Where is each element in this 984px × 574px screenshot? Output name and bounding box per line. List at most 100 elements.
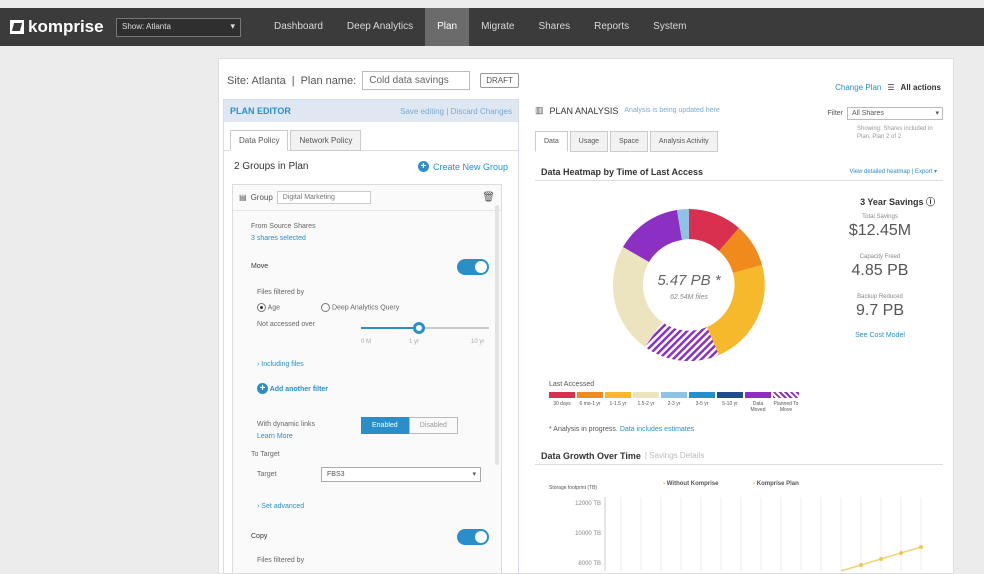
target-select[interactable]: FBS3 ▾: [321, 467, 481, 482]
plan-editor-header: PLAN EDITOR Save editing | Discard Chang…: [224, 100, 518, 122]
disabled-option[interactable]: Disabled: [408, 417, 458, 434]
target-value: FBS3: [327, 471, 345, 478]
chevron-down-icon: ▾: [472, 471, 476, 478]
tab-usage[interactable]: Usage: [569, 131, 609, 152]
filter-select[interactable]: All Shares ▾: [847, 107, 943, 120]
age-slider-handle[interactable]: [413, 322, 425, 334]
editor-scrollbar[interactable]: [495, 205, 499, 465]
savings-details-link[interactable]: | Savings Details: [645, 451, 704, 460]
legend-label: Planned To Move: [773, 401, 799, 413]
analysis-tabs: Data Usage Space Analysis Activity: [535, 131, 718, 152]
legend-label: 3-5 yr: [695, 401, 709, 407]
change-plan-link[interactable]: Change Plan: [835, 83, 881, 92]
trash-icon[interactable]: 🗑: [482, 192, 495, 203]
query-radio[interactable]: [321, 303, 330, 312]
growth-tick-12000: 12000 TB: [575, 501, 601, 507]
nav-migrate[interactable]: Migrate: [469, 8, 526, 46]
from-source-label: From Source Shares: [251, 223, 316, 230]
age-radio[interactable]: [257, 303, 266, 312]
move-label: Move: [251, 263, 269, 270]
tab-space[interactable]: Space: [610, 131, 648, 152]
capacity-value: 4.85 PB: [851, 262, 909, 279]
legend-item: 6 mo-1 yr: [577, 392, 603, 413]
save-editing-links[interactable]: Save editing | Discard Changes: [400, 107, 512, 116]
tab-data[interactable]: Data: [535, 131, 568, 152]
legend-swatch: [633, 392, 659, 398]
analysis-updating-link[interactable]: Analysis is being updated here: [624, 107, 719, 114]
plan-card: Site: Atlanta | Plan name: Cold data sav…: [218, 58, 954, 574]
heatmap-links[interactable]: View detailed heatmap | Export ▾: [849, 168, 937, 175]
filter-value: All Shares: [852, 110, 884, 117]
tab-analysis-activity[interactable]: Analysis Activity: [649, 131, 718, 152]
nav-deep-analytics[interactable]: Deep Analytics: [335, 8, 425, 46]
enabled-option[interactable]: Enabled: [361, 417, 409, 434]
nav-system[interactable]: System: [641, 8, 698, 46]
legend-swatch: [605, 392, 631, 398]
not-accessed-label: Not accessed over: [257, 321, 315, 328]
plan-name-input[interactable]: Cold data savings: [362, 71, 471, 90]
analysis-note-link[interactable]: Data includes estimates: [620, 426, 694, 433]
filter-note: Showing: Shares included in Plan, Plan 2…: [857, 126, 933, 140]
copy-toggle[interactable]: [457, 529, 489, 545]
nav-plan[interactable]: Plan: [425, 8, 470, 46]
site-selector[interactable]: Show: Atlanta ▾: [116, 18, 241, 37]
all-actions-button[interactable]: All actions: [901, 83, 941, 92]
set-advanced-link[interactable]: › Set advanced: [257, 503, 304, 510]
dynamic-links-label: With dynamic links: [257, 421, 315, 428]
move-toggle[interactable]: [457, 259, 489, 275]
komprise-logo[interactable]: komprise: [10, 17, 104, 37]
add-filter-button[interactable]: + Add another filter: [257, 383, 328, 394]
legend-label: 30 days: [553, 401, 571, 407]
dynamic-links-toggle[interactable]: Enabled Disabled: [361, 417, 458, 434]
plan-editor-title: PLAN EDITOR: [230, 106, 291, 116]
analysis-note: * Analysis in progress. Data includes es…: [549, 426, 694, 433]
plus-icon: +: [417, 161, 429, 172]
learn-more-link[interactable]: Learn More: [257, 433, 293, 440]
legend-swatch: [577, 392, 603, 398]
plan-name-label: Plan name:: [300, 74, 357, 87]
logo-text: komprise: [28, 17, 104, 36]
legend-item: 1-1.5 yr: [605, 392, 631, 413]
slider-tick-min: 0 M: [361, 339, 372, 345]
growth-header: Data Growth Over Time | Savings Details: [535, 447, 943, 465]
capacity-label: Capacity Freed: [859, 254, 901, 260]
create-group-button[interactable]: + Create New Group: [417, 161, 508, 172]
growth-title: Data Growth Over Time: [541, 450, 641, 461]
savings-value: $12.45M: [848, 222, 912, 239]
top-navbar: komprise Show: Atlanta ▾ Dashboard Deep …: [0, 8, 984, 46]
main-nav: Dashboard Deep Analytics Plan Migrate Sh…: [262, 8, 699, 46]
nav-reports[interactable]: Reports: [582, 8, 641, 46]
groups-count: 2 Groups in Plan: [234, 161, 309, 172]
age-slider-fill: [361, 327, 419, 329]
see-cost-model-link[interactable]: See Cost Model: [825, 332, 935, 339]
heatmap-title: Data Heatmap by Time of Last Access: [541, 166, 704, 177]
growth-tick-10000: 10000 TB: [575, 531, 601, 537]
sources-selected-link[interactable]: 3 shares selected: [251, 235, 306, 242]
legend-swatch: [661, 392, 687, 398]
info-icon[interactable]: ⓘ: [926, 197, 935, 207]
plan-actions: Change Plan ☰ All actions: [835, 83, 941, 92]
legend-komprise-plan: ▪ Komprise Plan: [753, 481, 799, 487]
analysis-title: PLAN ANALYSIS: [549, 105, 619, 116]
query-radio-option[interactable]: Deep Analytics Query: [321, 303, 399, 312]
plan-editor-panel: PLAN EDITOR Save editing | Discard Chang…: [223, 99, 519, 574]
legend-without-komprise: ▪ Without Komprise: [663, 481, 719, 487]
age-radio-option[interactable]: Age: [257, 303, 280, 312]
menu-icon[interactable]: ☰: [887, 83, 894, 92]
nav-dashboard[interactable]: Dashboard: [262, 8, 335, 46]
site-selector-value: Show: Atlanta: [122, 22, 171, 31]
group-name-input[interactable]: Digital Marketing: [276, 191, 371, 204]
heatmap-header: Data Heatmap by Time of Last Access View…: [535, 163, 943, 181]
tab-network-policy[interactable]: Network Policy: [290, 130, 362, 151]
target-label: Target: [257, 471, 277, 478]
tab-data-policy[interactable]: Data Policy: [230, 130, 289, 151]
set-advanced-label: Set advanced: [261, 503, 305, 510]
legend-label: 6 mo-1 yr: [579, 401, 601, 407]
including-files-link[interactable]: › Including files: [257, 361, 304, 368]
legend-komprise-plan-label: Komprise Plan: [757, 481, 799, 487]
copy-label: Copy: [251, 533, 268, 540]
legend-item: 30 days: [549, 392, 575, 413]
legend-item: Data Moved: [745, 392, 771, 413]
nav-shares[interactable]: Shares: [526, 8, 582, 46]
legend-without-komprise-label: Without Komprise: [667, 481, 719, 487]
